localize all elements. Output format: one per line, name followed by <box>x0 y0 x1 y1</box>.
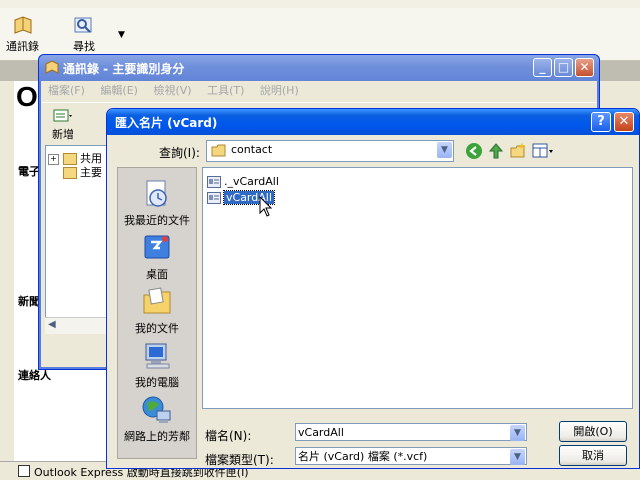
help-button[interactable]: ? <box>591 112 611 132</box>
ab-maximize-button[interactable]: □ <box>554 58 573 77</box>
tree-expand-icon[interactable]: + <box>48 153 59 165</box>
ab-menu-tools[interactable]: 工具(T) <box>207 84 244 97</box>
chevron-down-icon[interactable]: ▼ <box>437 142 452 158</box>
find-toolbar-label: 尋找 <box>73 40 95 53</box>
look-in-value: contact <box>231 143 273 156</box>
desktop-icon <box>141 232 173 264</box>
file-name: ._vCardAll <box>224 175 279 188</box>
address-book-title: 通訊錄 - 主要識別身分 <box>63 62 185 76</box>
oe-left-strip <box>0 81 15 479</box>
new-folder-icon[interactable] <box>509 142 527 163</box>
address-book-menubar: 檔案(F) 編輯(E) 檢視(V) 工具(T) 說明(H) <box>42 82 596 100</box>
filename-value: vCardAll <box>298 426 344 439</box>
places-bar: 我最近的文件 桌面 我的文件 我的電腦 網路上的芳鄰 <box>117 167 197 459</box>
up-folder-icon[interactable] <box>487 142 505 163</box>
place-my-documents[interactable]: 我的文件 <box>118 286 196 336</box>
file-list[interactable]: ._vCardAll vCardAll <box>202 167 633 409</box>
filetype-value: 名片 (vCard) 檔案 (*.vcf) <box>298 450 428 463</box>
tree-horizontal-scrollbar[interactable]: ◀ <box>45 317 109 334</box>
dialog-close-button[interactable]: ✕ <box>614 112 634 132</box>
tree-item-main-label: 主要 <box>80 166 102 179</box>
new-contact-button[interactable]: 新增 <box>52 109 74 142</box>
filetype-label: 檔案類型(T): <box>205 453 274 467</box>
file-item-hidden-vcardall[interactable]: ._vCardAll <box>207 175 279 191</box>
my-documents-icon <box>141 286 173 318</box>
find-icon <box>72 14 96 36</box>
place-my-documents-label: 我的文件 <box>135 322 179 335</box>
back-icon[interactable] <box>465 142 483 163</box>
dialog-title: 匯入名片 (vCard) <box>115 116 218 130</box>
filename-input[interactable]: vCardAll ▼ <box>295 423 527 441</box>
place-desktop-label: 桌面 <box>146 268 168 281</box>
cancel-button[interactable]: 取消 <box>559 445 627 466</box>
address-book-folder-tree: + 共用 主要 <box>45 145 111 331</box>
address-book-title-icon <box>45 60 59 77</box>
chevron-down-icon[interactable]: ▼ <box>510 449 525 465</box>
filename-label: 檔名(N): <box>205 429 252 443</box>
dialog-titlebar[interactable]: 匯入名片 (vCard) ? ✕ <box>107 109 639 135</box>
news-section-label: 新聞 <box>18 295 40 308</box>
place-recent-documents[interactable]: 我最近的文件 <box>118 178 196 228</box>
filetype-select[interactable]: 名片 (vCard) 檔案 (*.vcf) ▼ <box>295 447 527 465</box>
ab-menu-file[interactable]: 檔案(F) <box>48 84 85 97</box>
place-desktop[interactable]: 桌面 <box>118 232 196 282</box>
vcard-file-icon <box>207 192 221 204</box>
email-section-label: 電子 <box>18 165 40 178</box>
place-my-computer-label: 我的電腦 <box>135 376 179 389</box>
ab-minimize-button[interactable]: _ <box>533 58 552 77</box>
view-menu-icon[interactable] <box>532 143 554 162</box>
open-button[interactable]: 開啟(O) <box>559 421 627 442</box>
new-card-icon <box>52 109 74 126</box>
find-toolbar-button[interactable]: 尋找 <box>72 14 96 54</box>
toolbar-dropdown-arrow-icon[interactable]: ▼ <box>118 30 125 40</box>
folder-open-icon <box>62 167 77 179</box>
ab-menu-view[interactable]: 檢視(V) <box>153 84 191 97</box>
place-recent-label: 我最近的文件 <box>124 214 190 227</box>
startup-inbox-checkbox[interactable] <box>18 465 30 477</box>
ab-menu-edit[interactable]: 編輯(E) <box>100 84 138 97</box>
import-vcard-dialog: 匯入名片 (vCard) ? ✕ 查詢(I): contact ▼ 我最近的文件 <box>106 108 640 469</box>
place-my-computer[interactable]: 我的電腦 <box>118 340 196 390</box>
ab-menu-help[interactable]: 說明(H) <box>260 84 299 97</box>
scroll-left-icon[interactable]: ◀ <box>48 319 56 330</box>
contacts-toolbar-button[interactable]: 通訊錄 <box>6 14 39 54</box>
new-contact-label: 新增 <box>52 128 74 141</box>
contacts-toolbar-label: 通訊錄 <box>6 40 39 53</box>
network-places-icon <box>141 394 173 426</box>
ab-close-button[interactable]: ✕ <box>575 58 594 77</box>
vcard-file-icon <box>207 176 221 188</box>
address-book-icon <box>11 14 35 36</box>
place-network[interactable]: 網路上的芳鄰 <box>118 394 196 444</box>
look-in-label: 查詢(I): <box>159 146 200 160</box>
mouse-cursor-icon <box>259 195 273 221</box>
tree-item-main[interactable]: 主要 <box>48 164 102 180</box>
my-computer-icon <box>141 340 173 372</box>
recent-documents-icon <box>141 178 173 210</box>
look-in-dropdown[interactable]: contact ▼ <box>206 140 454 162</box>
address-book-titlebar[interactable]: 通訊錄 - 主要識別身分 _ □ ✕ <box>39 55 599 81</box>
chevron-down-icon[interactable]: ▼ <box>510 425 525 441</box>
folder-icon <box>211 144 227 160</box>
place-network-label: 網路上的芳鄰 <box>124 430 190 443</box>
